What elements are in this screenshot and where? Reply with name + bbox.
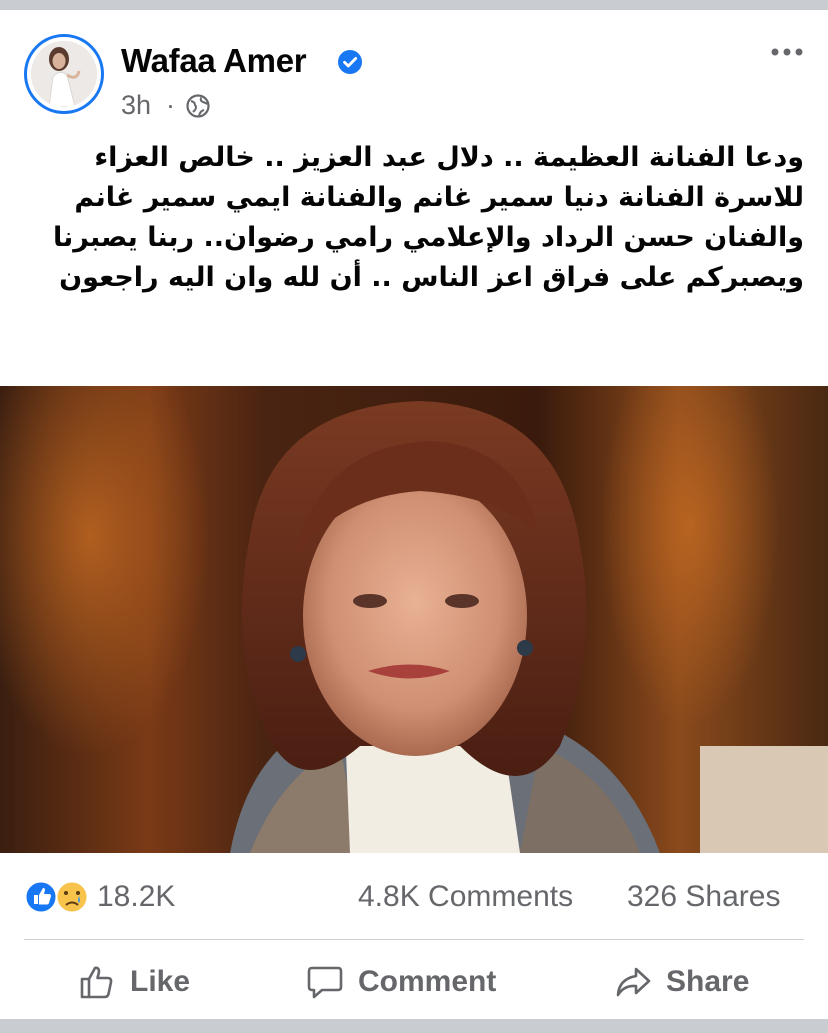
comment-bubble-icon: [307, 966, 343, 999]
like-button[interactable]: Like: [78, 955, 190, 1009]
reaction-summary-icons[interactable]: [24, 879, 90, 915]
author-avatar[interactable]: [24, 34, 104, 114]
share-label: Share: [666, 965, 750, 998]
thumbs-up-icon: [80, 966, 113, 999]
post-timestamp[interactable]: 3h: [121, 90, 151, 121]
feed-top-separator: [0, 0, 828, 10]
globe-icon: [186, 94, 210, 118]
comments-count[interactable]: 4.8K Comments: [358, 880, 573, 914]
share-button[interactable]: Share: [614, 955, 749, 1009]
author-name[interactable]: Wafaa Amer: [121, 42, 307, 80]
meta-separator: ·: [166, 90, 175, 120]
verified-badge-icon: [338, 50, 362, 74]
comment-label: Comment: [358, 965, 497, 998]
shares-count[interactable]: 326 Shares: [627, 880, 780, 914]
like-label: Like: [130, 965, 191, 998]
stats-divider: [24, 939, 804, 940]
reaction-count[interactable]: 18.2K: [97, 880, 175, 914]
more-options-icon[interactable]: [768, 44, 808, 64]
feed-bottom-separator: [0, 1019, 828, 1033]
portrait-image: [0, 386, 828, 853]
avatar-photo: [31, 41, 97, 107]
post-photo[interactable]: [0, 386, 828, 853]
share-arrow-icon: [616, 967, 651, 997]
comment-button[interactable]: Comment: [306, 955, 496, 1009]
post-text: ودعا الفنانة العظيمة .. دلال عبد العزيز …: [52, 142, 804, 293]
